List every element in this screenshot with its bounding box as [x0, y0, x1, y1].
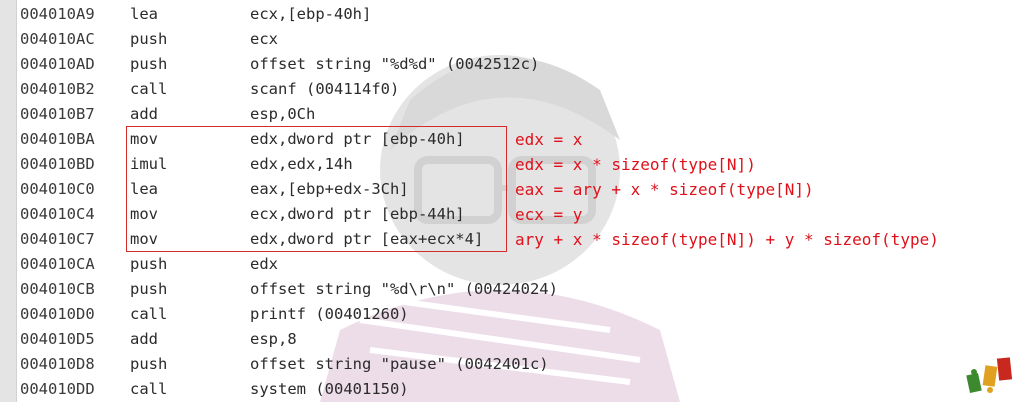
instruction-address: 004010DD [20, 380, 95, 398]
instruction-operands: system (00401150) [250, 380, 409, 398]
instruction-mnemonic: push [130, 355, 168, 373]
instruction-mnemonic: lea [130, 5, 158, 23]
instruction-mnemonic: add [130, 330, 158, 348]
instruction-address: 004010CA [20, 255, 95, 273]
annotation-edx-x: edx = x [515, 130, 583, 149]
annotation-eax-row: eax = ary + x * sizeof(type[N]) [515, 180, 814, 199]
instruction-mnemonic: push [130, 280, 168, 298]
instruction-mnemonic: call [130, 80, 168, 98]
code-line[interactable]: 004010D8 push offset string "pause" (00424… [0, 352, 1016, 377]
code-line[interactable]: 004010D5 add esp,8 [0, 327, 1016, 352]
instruction-mnemonic: call [130, 380, 168, 398]
code-line[interactable]: 004010B7 add esp,0Ch [0, 102, 1016, 127]
code-line[interactable]: 004010D0 call printf (00401260) [0, 302, 1016, 327]
instruction-address: 004010AC [20, 30, 95, 48]
code-line[interactable]: 004010DD call system (00401150) [0, 377, 1016, 402]
instruction-address: 004010C4 [20, 205, 95, 223]
instruction-address: 004010BD [20, 155, 95, 173]
instruction-operands: offset string "%d%d" (0042512c) [250, 55, 540, 73]
instruction-operands: ecx [250, 30, 278, 48]
corner-logo-icon [966, 357, 1013, 394]
instruction-address: 004010C0 [20, 180, 95, 198]
instruction-operands: offset string "%d\r\n" (00424024) [250, 280, 558, 298]
instruction-address: 004010D5 [20, 330, 95, 348]
instruction-address: 004010BA [20, 130, 95, 148]
instruction-mnemonic: push [130, 255, 168, 273]
instruction-operands: printf (00401260) [250, 305, 409, 323]
instruction-operands: esp,8 [250, 330, 297, 348]
annotation-element-address: ary + x * sizeof(type[N]) + y * sizeof(t… [515, 230, 939, 249]
annotation-ecx-y: ecx = y [515, 205, 583, 224]
instruction-address: 004010B7 [20, 105, 95, 123]
code-line[interactable]: 004010CA push edx [0, 252, 1016, 277]
instruction-operands: ecx,[ebp-40h] [250, 5, 372, 23]
instruction-address: 004010B2 [20, 80, 95, 98]
code-line[interactable]: 004010AC push ecx [0, 27, 1016, 52]
instruction-mnemonic: push [130, 30, 168, 48]
code-line[interactable]: 004010AD push offset string "%d%d" (004251… [0, 52, 1016, 77]
code-line[interactable]: 004010A9 lea ecx,[ebp-40h] [0, 2, 1016, 27]
instruction-operands: offset string "pause" (0042401c) [250, 355, 549, 373]
annotation-edx-stride: edx = x * sizeof(type[N]) [515, 155, 756, 174]
instruction-mnemonic: push [130, 55, 168, 73]
instruction-address: 004010A9 [20, 5, 95, 23]
instruction-address: 004010AD [20, 55, 95, 73]
code-line[interactable]: 004010CB push offset string "%d\r\n" (0042… [0, 277, 1016, 302]
instruction-address: 004010D8 [20, 355, 95, 373]
instruction-mnemonic: call [130, 305, 168, 323]
code-line[interactable]: 004010B2 call scanf (004114f0) [0, 77, 1016, 102]
instruction-mnemonic: add [130, 105, 158, 123]
instruction-operands: esp,0Ch [250, 105, 316, 123]
instruction-address: 004010D0 [20, 305, 95, 323]
instruction-address: 004010CB [20, 280, 95, 298]
instruction-address: 004010C7 [20, 230, 95, 248]
instruction-operands: edx [250, 255, 278, 273]
instruction-operands: scanf (004114f0) [250, 80, 400, 98]
highlight-box [126, 126, 507, 252]
